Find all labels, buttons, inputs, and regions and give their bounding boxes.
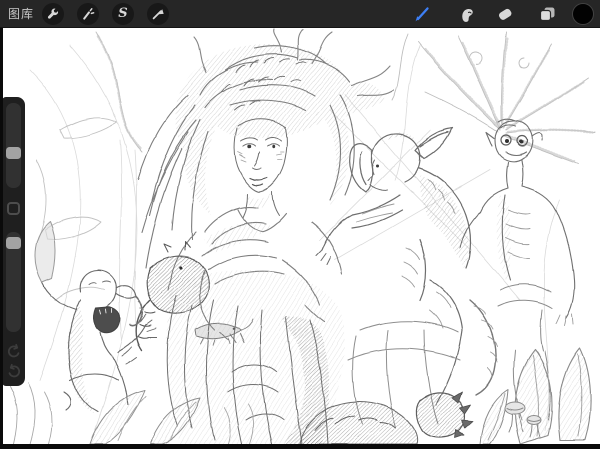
adjustments-button[interactable] — [77, 3, 99, 25]
layers-icon — [536, 3, 558, 25]
canvas-artwork[interactable] — [3, 28, 600, 444]
actions-button[interactable] — [42, 3, 64, 25]
color-swatch-button[interactable] — [572, 3, 594, 25]
gallery-button[interactable]: 图库 — [8, 0, 34, 28]
paint-tool-button[interactable] — [408, 1, 436, 27]
selection-button[interactable]: S — [112, 3, 134, 25]
s-ribbon-icon: S — [118, 7, 127, 20]
wrench-icon — [46, 7, 60, 21]
brush-size-handle[interactable] — [6, 147, 21, 159]
procreate-app: 图库 S — [0, 0, 600, 449]
modify-button[interactable] — [7, 202, 20, 215]
left-sidebar — [2, 97, 25, 386]
redo-icon — [6, 363, 22, 379]
undo-button[interactable] — [6, 343, 22, 359]
arrow-cursor-icon — [151, 7, 165, 21]
finger-icon — [456, 3, 478, 25]
opacity-slider[interactable] — [6, 232, 21, 332]
redo-button[interactable] — [6, 363, 22, 379]
layers-button[interactable] — [533, 1, 561, 27]
undo-icon — [6, 343, 22, 359]
erase-tool-button[interactable] — [491, 1, 519, 27]
top-toolbar: 图库 S — [0, 0, 600, 28]
eraser-icon — [494, 3, 516, 25]
smudge-tool-button[interactable] — [453, 1, 481, 27]
transform-button[interactable] — [147, 3, 169, 25]
opacity-handle[interactable] — [6, 237, 21, 249]
brush-size-slider[interactable] — [6, 103, 21, 188]
bottom-edge-letterbox — [0, 444, 600, 449]
brush-icon — [411, 3, 433, 25]
magic-wand-icon — [81, 7, 95, 21]
left-edge-letterbox — [0, 28, 3, 449]
